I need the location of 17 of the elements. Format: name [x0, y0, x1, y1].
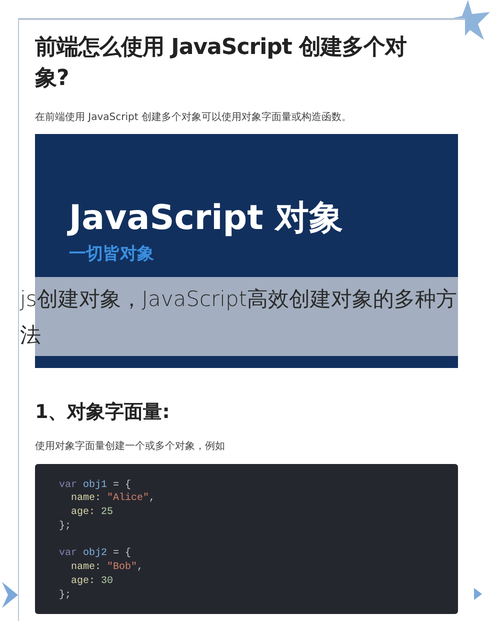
code-line: age: 30 [70, 576, 114, 588]
chevron-icon [0, 580, 20, 610]
triangle-icon [474, 588, 482, 600]
code-line: name: "Bob", [70, 562, 144, 574]
section-heading: 1、对象字面量: [35, 400, 171, 425]
code-line: }; [59, 520, 72, 532]
banner-title: JavaScript 对象 [69, 198, 344, 238]
intro-text: 在前端使用 JavaScript 创建多个对象可以使用对象字面量或构造函数。 [35, 110, 352, 125]
caption-overlay: js创建对象，JavaScript高效创建对象的多种方法 [20, 277, 460, 356]
article-title: 前端怎么使用 JavaScript 创建多个对象? [35, 34, 408, 93]
banner-subtitle: 一切皆对象 [69, 243, 155, 266]
code-line: name: "Alice", [70, 493, 156, 504]
code-line: var obj1 = { [59, 480, 132, 490]
code-line: age: 25 [70, 507, 114, 518]
code-line: var obj2 = { [59, 548, 132, 560]
section-text: 使用对象字面量创建一个或多个对象，例如 [35, 440, 226, 454]
code-line: }; [59, 590, 72, 601]
